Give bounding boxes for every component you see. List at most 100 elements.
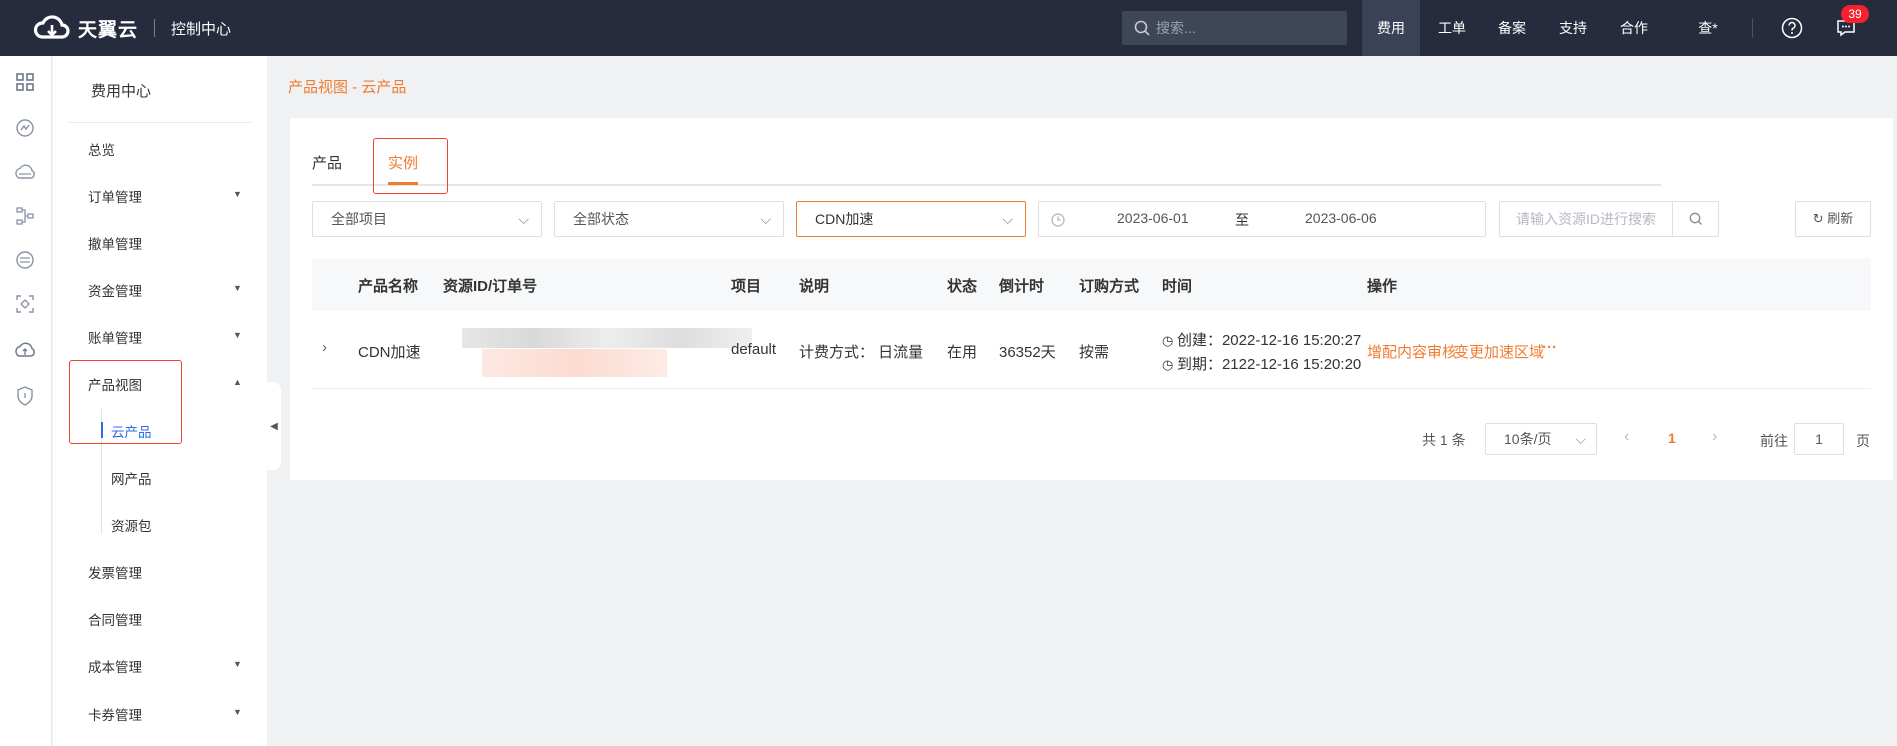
top-bar: 天翼云 控制中心 搜索... 费用 工单 备案 支持 合作 查* 39 (0, 0, 1897, 56)
menu-item-bills[interactable]: 账单管理 (88, 327, 142, 347)
menu-item-contracts[interactable]: 合同管理 (88, 609, 142, 629)
chevron-down-icon: ⌵ (760, 211, 771, 227)
refresh-button[interactable]: ↻ 刷新 (1795, 201, 1871, 237)
chevron-down-icon[interactable]: ▼ (233, 659, 242, 669)
search-icon (1689, 212, 1702, 225)
menu-title: 费用中心 (91, 83, 152, 100)
page-suffix: 页 (1856, 433, 1870, 449)
menu-item-orders[interactable]: 订单管理 (88, 186, 142, 206)
resource-search-input[interactable]: 请输入资源ID进行搜索 (1499, 201, 1719, 237)
prev-page-icon[interactable]: ‹ (1624, 428, 1629, 446)
menu-item-invoices[interactable]: 发票管理 (88, 562, 142, 582)
project-select-value: 全部项目 (331, 211, 387, 227)
network-icon[interactable] (13, 116, 37, 140)
menu-item-coupons[interactable]: 卡券管理 (88, 704, 142, 724)
goto-page-input[interactable]: 1 (1794, 423, 1844, 455)
expand-row-icon[interactable]: › (322, 339, 327, 356)
clock-icon: ◷ (1162, 333, 1177, 348)
nav-billing[interactable]: 费用 (1362, 0, 1420, 56)
col-countdown: 倒计时 (999, 278, 1045, 295)
user-menu[interactable]: 查* (1690, 0, 1726, 56)
security-shield-icon[interactable] (13, 384, 37, 408)
nav-divider (1752, 18, 1753, 38)
col-resource-id: 资源ID/订单号 (443, 278, 538, 295)
table-row: › CDN加速 default 计费方式： 日流量 在用 36352天 按需 ◷… (312, 311, 1871, 389)
action-add-content-review[interactable]: 增配内容审核 (1367, 341, 1457, 362)
menu-item-funds[interactable]: 资金管理 (88, 280, 142, 300)
created-time-text: 创建：2022-12-16 15:20:27 (1176, 332, 1362, 349)
cell-product-name: CDN加速 (358, 344, 421, 361)
chevron-down-icon[interactable]: ▼ (233, 283, 242, 293)
date-end[interactable]: 2023-06-06 (1305, 210, 1377, 226)
col-description: 说明 (799, 278, 830, 295)
submenu-item-resource-packs[interactable]: 资源包 (111, 515, 152, 535)
nav-partners[interactable]: 合作 (1604, 0, 1664, 56)
page-number-current[interactable]: 1 (1668, 430, 1676, 446)
menu-item-cancel-orders[interactable]: 撤单管理 (88, 233, 142, 253)
main-panel: 产品 实例 全部项目 ⌵ 全部状态 ⌵ CDN加速 ⌵ 2023-06-01 至… (290, 118, 1893, 480)
expire-time-text: 到期：2122-12-16 15:20:20 (1176, 356, 1362, 373)
global-search-placeholder: 搜索... (1156, 20, 1196, 36)
action-change-acceleration-region[interactable]: 变更加速区域 (1454, 341, 1544, 362)
refresh-icon: ↻ (1812, 211, 1824, 226)
page-size-select[interactable]: 10条/页 ⌵ (1485, 423, 1597, 455)
chevron-down-icon[interactable]: ▼ (233, 330, 242, 340)
tab-products[interactable]: 产品 (312, 152, 342, 173)
more-actions-icon[interactable]: ··· (1542, 339, 1557, 356)
database-icon[interactable] (13, 248, 37, 272)
nav-support[interactable]: 支持 (1543, 0, 1603, 56)
cloud-logo-icon (33, 15, 70, 39)
cloud-storage-icon[interactable] (13, 160, 37, 184)
chevron-up-icon[interactable]: ▲ (233, 377, 242, 387)
clock-icon: ◷ (1162, 357, 1177, 372)
pagination-total: 共 1 条 (1422, 432, 1466, 448)
cell-expire-time: ◷ 到期：2122-12-16 15:20:20 (1162, 353, 1361, 374)
product-icon-sidebar (0, 56, 52, 746)
nav-tickets[interactable]: 工单 (1422, 0, 1482, 56)
menu-divider (69, 122, 251, 123)
product-select-value: CDN加速 (815, 211, 874, 227)
col-product-name: 产品名称 (358, 278, 419, 295)
caret-left-icon: ◀ (270, 420, 278, 432)
dashboard-grid-icon[interactable] (13, 70, 37, 94)
chevron-down-icon[interactable]: ▼ (233, 707, 242, 717)
resource-search-button[interactable] (1672, 202, 1718, 236)
collapse-sidebar-button[interactable]: ◀ (267, 382, 281, 470)
goto-label: 前往 (1760, 433, 1788, 449)
logo-divider (154, 19, 156, 37)
cloud-upload-icon[interactable] (13, 338, 37, 362)
menu-item-cost[interactable]: 成本管理 (88, 656, 142, 676)
menu-item-overview[interactable]: 总览 (88, 139, 115, 159)
col-time: 时间 (1162, 278, 1193, 295)
date-range-picker[interactable]: 2023-06-01 至 2023-06-06 (1038, 201, 1486, 237)
cell-order-type: 按需 (1079, 344, 1110, 361)
clock-icon (1051, 213, 1065, 227)
highlight-product-view (69, 360, 182, 444)
console-title[interactable]: 控制中心 (171, 18, 231, 39)
col-actions: 操作 (1367, 278, 1398, 295)
cell-created-time: ◷ 创建：2022-12-16 15:20:27 (1162, 329, 1361, 350)
cell-project: default (731, 341, 777, 358)
product-select[interactable]: CDN加速 ⌵ (796, 201, 1026, 237)
topology-icon[interactable] (13, 204, 37, 228)
resource-id-redacted (462, 328, 752, 348)
col-order-type: 订购方式 (1079, 278, 1140, 295)
brand-name: 天翼云 (78, 19, 139, 41)
col-project: 项目 (731, 278, 762, 295)
logo[interactable]: 天翼云 控制中心 (32, 13, 231, 43)
help-icon[interactable] (1781, 17, 1803, 39)
date-start[interactable]: 2023-06-01 (1117, 210, 1189, 226)
chevron-down-icon: ⌵ (1002, 211, 1013, 227)
chevron-down-icon[interactable]: ▼ (233, 189, 242, 199)
breadcrumb: 产品视图 - 云产品 (288, 79, 407, 96)
status-select[interactable]: 全部状态 ⌵ (554, 201, 784, 237)
global-search-input[interactable]: 搜索... (1122, 11, 1347, 45)
scan-icon[interactable] (13, 292, 37, 316)
project-select[interactable]: 全部项目 ⌵ (312, 201, 542, 237)
message-count-badge: 39 (1841, 5, 1869, 23)
next-page-icon[interactable]: › (1712, 428, 1717, 446)
cell-description: 计费方式： 日流量 (799, 344, 924, 361)
nav-filing[interactable]: 备案 (1482, 0, 1542, 56)
tab-bar-underline (312, 184, 1661, 186)
submenu-item-network-products[interactable]: 网产品 (111, 468, 152, 488)
